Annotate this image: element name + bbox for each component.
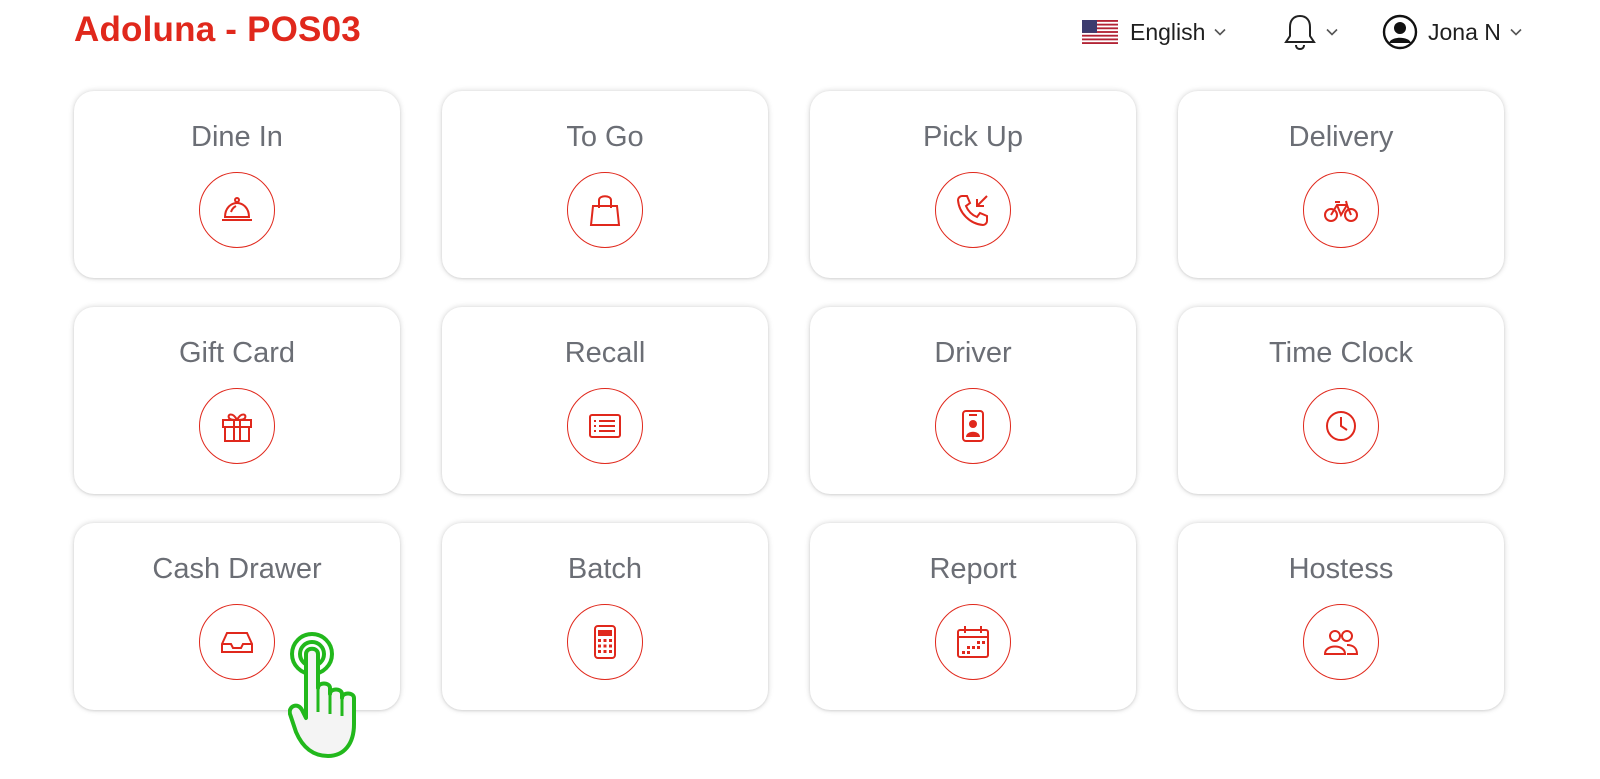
id-badge-icon [935,388,1011,464]
shopping-bag-icon [567,172,643,248]
tile-label: Hostess [1288,553,1394,585]
people-icon [1303,604,1379,680]
tile-label: Pick Up [923,121,1023,153]
tile-label: Driver [934,337,1012,369]
notifications-button[interactable] [1283,8,1339,56]
gift-icon [199,388,275,464]
tile-recall[interactable]: Recall [442,307,768,494]
chevron-down-icon [1326,28,1338,36]
receipt-list-icon [567,388,643,464]
user-menu[interactable]: Jona N [1382,8,1523,56]
cloche-icon [199,172,275,248]
function-grid: Dine In To Go Pick Up Delivery Gift Card… [74,91,1534,724]
tile-driver[interactable]: Driver [810,307,1136,494]
bell-icon [1284,14,1316,51]
tile-pick-up[interactable]: Pick Up [810,91,1136,278]
user-name: Jona N [1428,18,1501,45]
calculator-icon [567,604,643,680]
drawer-tray-icon [199,604,275,680]
tile-time-clock[interactable]: Time Clock [1178,307,1504,494]
tile-gift-card[interactable]: Gift Card [74,307,400,494]
user-avatar-icon [1382,14,1418,50]
tile-label: Dine In [191,121,283,153]
top-bar: Adoluna - POS03 English Jona N [0,0,1600,70]
chevron-down-icon [1214,28,1227,36]
app-title: Adoluna - POS03 [74,10,361,49]
incoming-call-icon [935,172,1011,248]
tile-label: Recall [564,337,646,369]
tile-dine-in[interactable]: Dine In [74,91,400,278]
language-selector[interactable]: English [1082,8,1227,56]
tile-label: To Go [566,121,644,153]
tile-label: Cash Drawer [152,553,322,585]
tile-to-go[interactable]: To Go [442,91,768,278]
tile-label: Time Clock [1269,337,1413,369]
tile-hostess[interactable]: Hostess [1178,523,1504,710]
tile-label: Report [929,553,1017,585]
tile-label: Delivery [1288,121,1394,153]
tile-label: Gift Card [178,337,296,369]
tile-report[interactable]: Report [810,523,1136,710]
tile-label: Batch [567,553,643,585]
us-flag-icon [1082,20,1118,44]
language-label: English [1130,18,1206,45]
tile-delivery[interactable]: Delivery [1178,91,1504,278]
chevron-down-icon [1510,28,1522,36]
tap-pointer-icon [288,632,356,758]
calendar-report-icon [935,604,1011,680]
clock-icon [1303,388,1379,464]
bicycle-icon [1303,172,1379,248]
tile-batch[interactable]: Batch [442,523,768,710]
